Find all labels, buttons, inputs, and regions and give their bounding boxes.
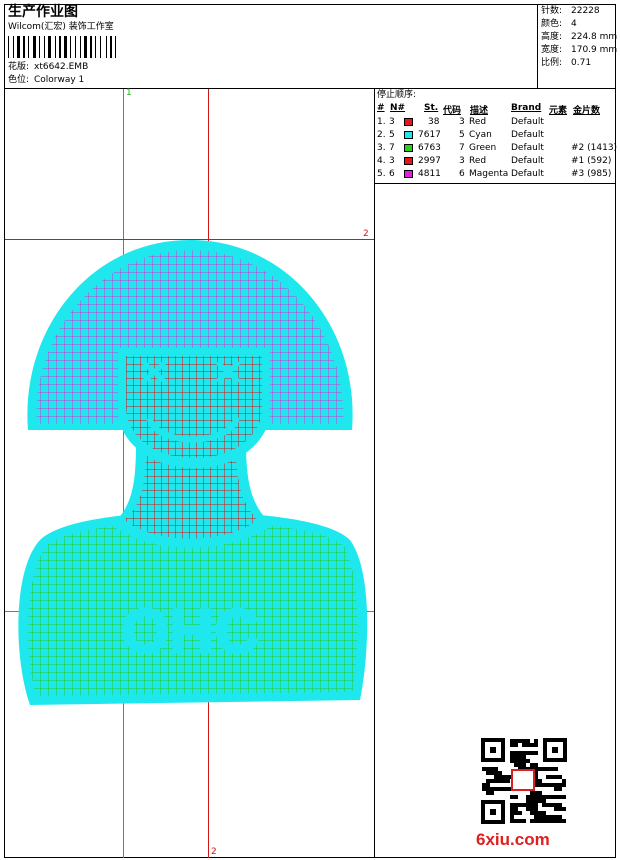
logo-text: OHC <box>121 597 259 666</box>
watermark-text: 6xiu.com <box>476 830 550 849</box>
qr-center-seal <box>511 769 535 791</box>
embroidery-artwork: OHC <box>18 240 368 705</box>
face-region <box>118 348 270 468</box>
qr-code <box>481 738 567 824</box>
